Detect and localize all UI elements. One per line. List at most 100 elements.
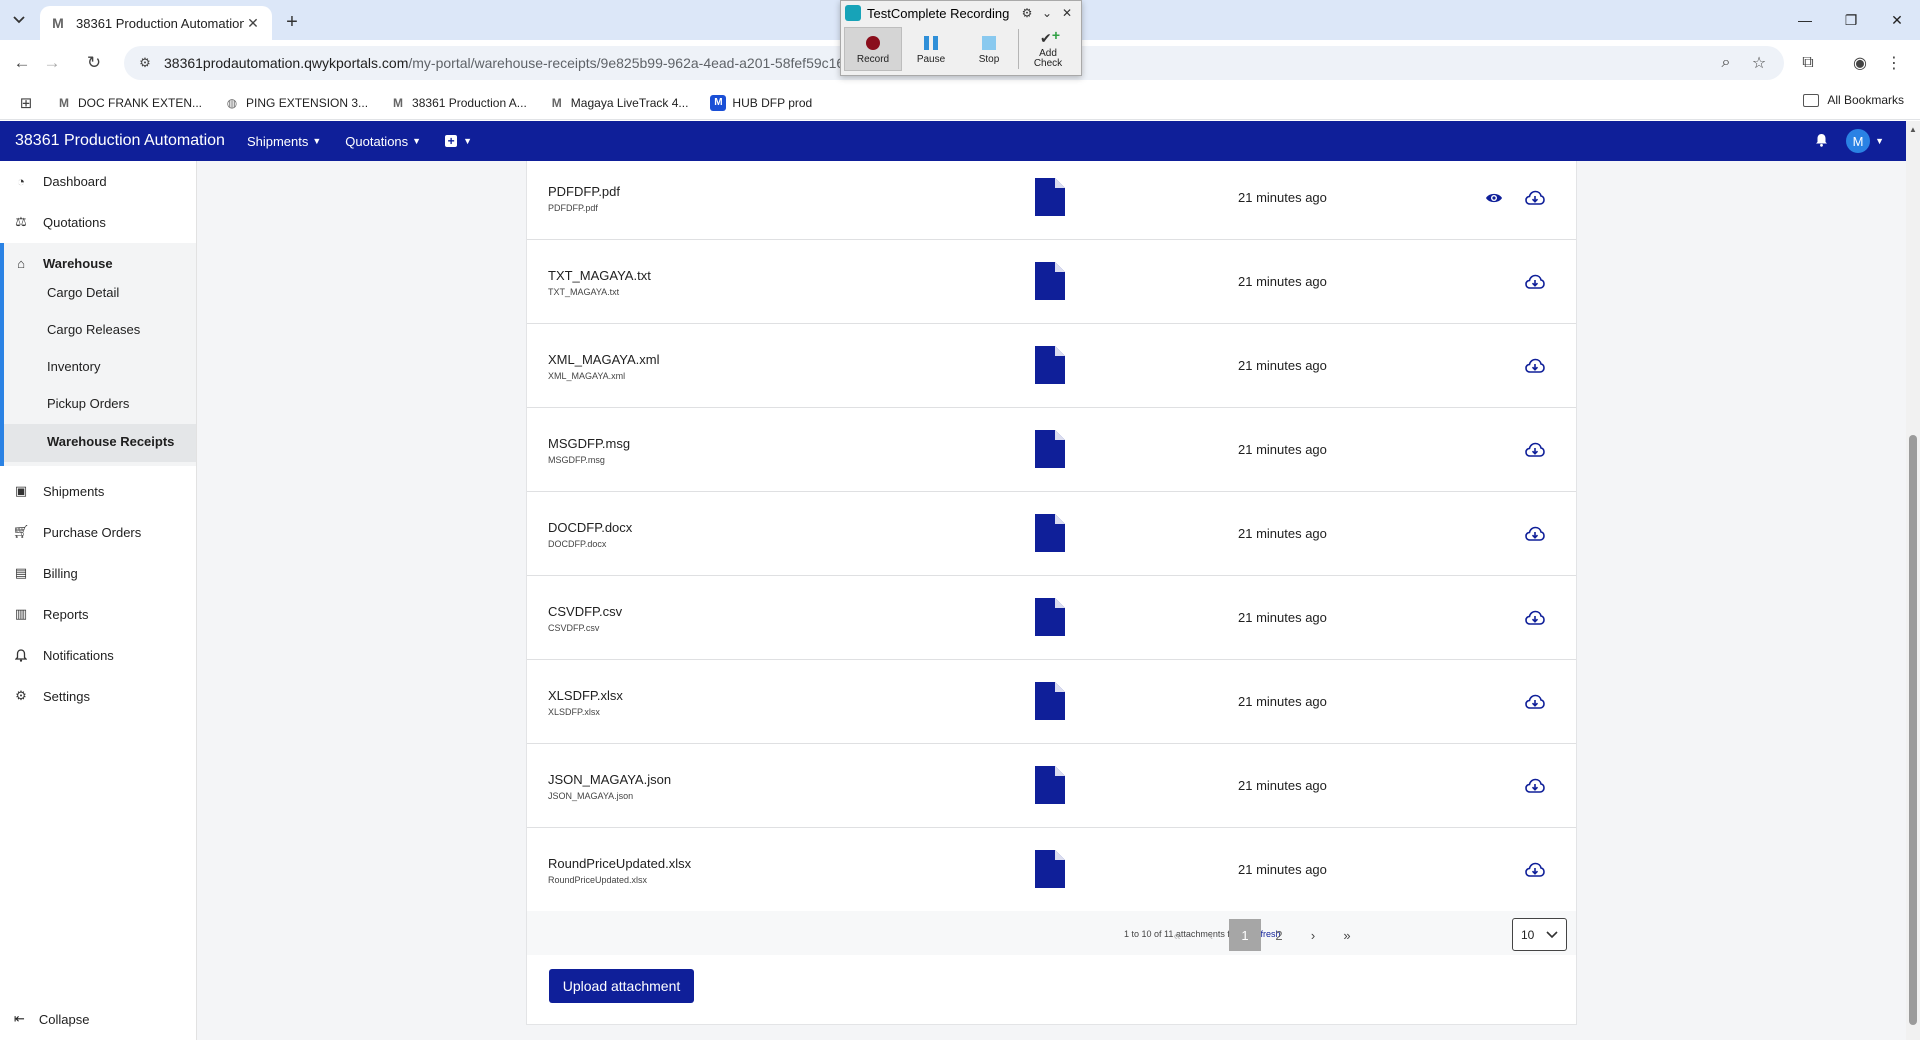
create-new-menu[interactable]: + ▼	[445, 135, 472, 147]
new-tab-icon[interactable]: +	[280, 10, 304, 34]
extensions-icon[interactable]: ⧉	[1794, 46, 1822, 80]
cloud-download-icon[interactable]	[1525, 274, 1545, 290]
attachment-row: RoundPriceUpdated.xlsx RoundPriceUpdated.…	[527, 829, 1576, 912]
collapse-sidebar-button[interactable]: ⇤ Collapse	[14, 1011, 90, 1027]
cloud-download-icon[interactable]	[1525, 442, 1545, 458]
attachment-filename: DOCDFP.docx	[548, 539, 607, 549]
cloud-download-icon[interactable]	[1525, 610, 1545, 626]
cloud-download-icon[interactable]	[1525, 778, 1545, 794]
sidebar-item-billing[interactable]: ▤ Billing	[0, 553, 196, 593]
attachment-time: 21 minutes ago	[1238, 190, 1327, 205]
attachment-name: JSON_MAGAYA.json	[548, 772, 672, 787]
add-check-button[interactable]: ✔ + Add Check	[1019, 27, 1077, 71]
page-1-button[interactable]: 1	[1229, 919, 1261, 951]
page-scrollbar[interactable]: ▲	[1906, 121, 1920, 1040]
first-page-icon[interactable]: «	[1161, 919, 1193, 951]
add-check-label-2: Check	[1033, 58, 1063, 69]
nav-shipments-menu[interactable]: Shipments ▼	[247, 134, 321, 149]
apps-grid-icon[interactable]: ⊞	[16, 93, 36, 113]
attachment-filename: MSGDFP.msg	[548, 455, 605, 465]
sidebar: ◔ Dashboard ⚖ Quotations ⌂ Warehouse Car…	[0, 161, 197, 1040]
sidebar-sub-pickup-orders[interactable]: Pickup Orders	[47, 396, 129, 411]
reload-icon[interactable]: ↻	[80, 49, 108, 77]
pause-label: Pause	[916, 53, 946, 65]
browser-menu-icon[interactable]: ⋮	[1880, 46, 1908, 80]
last-page-icon[interactable]: »	[1331, 919, 1363, 951]
prev-page-icon[interactable]: ‹	[1195, 919, 1227, 951]
sidebar-item-label: Quotations	[43, 214, 106, 230]
gauge-icon: ◔	[17, 173, 25, 189]
all-bookmarks[interactable]: All Bookmarks	[1803, 93, 1904, 107]
sidebar-item-quotations[interactable]: ⚖ Quotations	[0, 202, 196, 242]
sidebar-item-label: Warehouse	[43, 255, 113, 271]
window-close-icon[interactable]: ✕	[1874, 0, 1920, 40]
scroll-thumb[interactable]	[1909, 435, 1917, 1025]
sidebar-sub-warehouse-receipts[interactable]: Warehouse Receipts	[47, 434, 174, 449]
nav-quotations-menu[interactable]: Quotations ▼	[345, 134, 421, 149]
page-2-button[interactable]: 2	[1263, 919, 1295, 951]
cloud-download-icon[interactable]	[1525, 526, 1545, 542]
forward-arrow-icon[interactable]: →	[38, 49, 66, 77]
cloud-download-icon[interactable]	[1525, 694, 1545, 710]
tab-close-icon[interactable]: ✕	[244, 14, 262, 32]
plus-square-icon: +	[445, 135, 458, 147]
gear-icon[interactable]: ⚙	[1017, 6, 1037, 20]
chevron-down-icon[interactable]: ⌄	[1037, 6, 1057, 20]
chevron-down-icon[interactable]: ▼	[1875, 136, 1884, 146]
bookmark-hub-dfp[interactable]: M HUB DFP prod	[710, 94, 812, 111]
testcomplete-buttons: Record Pause Stop ✔ + Add Check	[841, 25, 1081, 73]
bookmark-label: PING EXTENSION 3...	[246, 95, 369, 110]
sidebar-item-settings[interactable]: ⚙ Settings	[0, 676, 196, 716]
bookmark-ping-extension[interactable]: ◍ PING EXTENSION 3...	[224, 95, 368, 111]
attachment-row: XLSDFP.xlsx XLSDFP.xlsx 21 minutes ago	[527, 661, 1576, 744]
upload-attachment-button[interactable]: Upload attachment	[549, 969, 694, 1003]
cloud-download-icon[interactable]	[1525, 862, 1545, 878]
record-button[interactable]: Record	[844, 27, 902, 71]
nav-shipments-label: Shipments	[246, 133, 309, 149]
sidebar-sub-cargo-detail[interactable]: Cargo Detail	[47, 285, 119, 300]
scroll-up-arrow-icon[interactable]: ▲	[1909, 125, 1917, 134]
file-icon	[1035, 346, 1065, 384]
sidebar-item-dashboard[interactable]: ◔ Dashboard	[0, 161, 196, 201]
brand-title[interactable]: 38361 Production Automation	[15, 132, 225, 150]
close-icon[interactable]: ✕	[1057, 6, 1077, 20]
user-avatar[interactable]: M	[1846, 129, 1871, 153]
next-page-icon[interactable]: ›	[1297, 919, 1329, 951]
sidebar-item-warehouse[interactable]: ⌂ Warehouse	[4, 243, 196, 283]
pause-button[interactable]: Pause	[902, 27, 960, 71]
tab-search-chevron-icon[interactable]	[6, 8, 32, 32]
sidebar-item-notifications[interactable]: Notifications	[0, 635, 196, 675]
file-icon	[1035, 850, 1065, 888]
page-size-select[interactable]: 10	[1512, 918, 1567, 951]
stop-button[interactable]: Stop	[960, 27, 1018, 71]
sidebar-sub-inventory[interactable]: Inventory	[47, 359, 100, 374]
tab-title: 38361 Production Automation	[76, 15, 244, 31]
profile-icon[interactable]: ◉	[1846, 46, 1874, 80]
bell-icon[interactable]	[1815, 133, 1828, 150]
bookmark-star-icon[interactable]: ☆	[1745, 46, 1773, 80]
sidebar-item-shipments[interactable]: ▣ Shipments	[0, 471, 196, 511]
back-arrow-icon[interactable]: ←	[8, 49, 36, 77]
bookmark-38361-production[interactable]: M 38361 Production A...	[390, 95, 527, 111]
cloud-download-icon[interactable]	[1525, 190, 1545, 206]
attachment-name: TXT_MAGAYA.txt	[548, 268, 651, 283]
eye-icon[interactable]	[1485, 191, 1505, 205]
zoom-icon[interactable]: ⌕	[1712, 46, 1740, 80]
record-icon	[866, 34, 880, 52]
page-size-value: 10	[1521, 927, 1535, 942]
file-icon	[1035, 514, 1065, 552]
sidebar-item-label: Shipments	[43, 483, 105, 499]
cloud-download-icon[interactable]	[1525, 358, 1545, 374]
attachment-name: XLSDFP.xlsx	[548, 688, 623, 703]
site-info-icon[interactable]: ⚙	[136, 54, 154, 72]
sidebar-item-reports[interactable]: ▥ Reports	[0, 594, 196, 634]
testcomplete-title: TestComplete Recording	[867, 5, 1010, 21]
browser-tab-active[interactable]: M 38361 Production Automation ✕	[40, 6, 272, 40]
restore-icon[interactable]: ❐	[1828, 0, 1874, 40]
sidebar-sub-cargo-releases[interactable]: Cargo Releases	[47, 322, 140, 337]
bookmark-doc-frank[interactable]: M DOC FRANK EXTEN...	[56, 95, 202, 111]
bookmark-magaya-livetrack[interactable]: M Magaya LiveTrack 4...	[549, 95, 689, 111]
sidebar-item-purchase-orders[interactable]: 🛒︎ Purchase Orders	[0, 512, 196, 552]
minimize-icon[interactable]: —	[1782, 0, 1828, 40]
warehouse-group: ⌂ Warehouse Cargo Detail Cargo Releases …	[0, 243, 196, 466]
